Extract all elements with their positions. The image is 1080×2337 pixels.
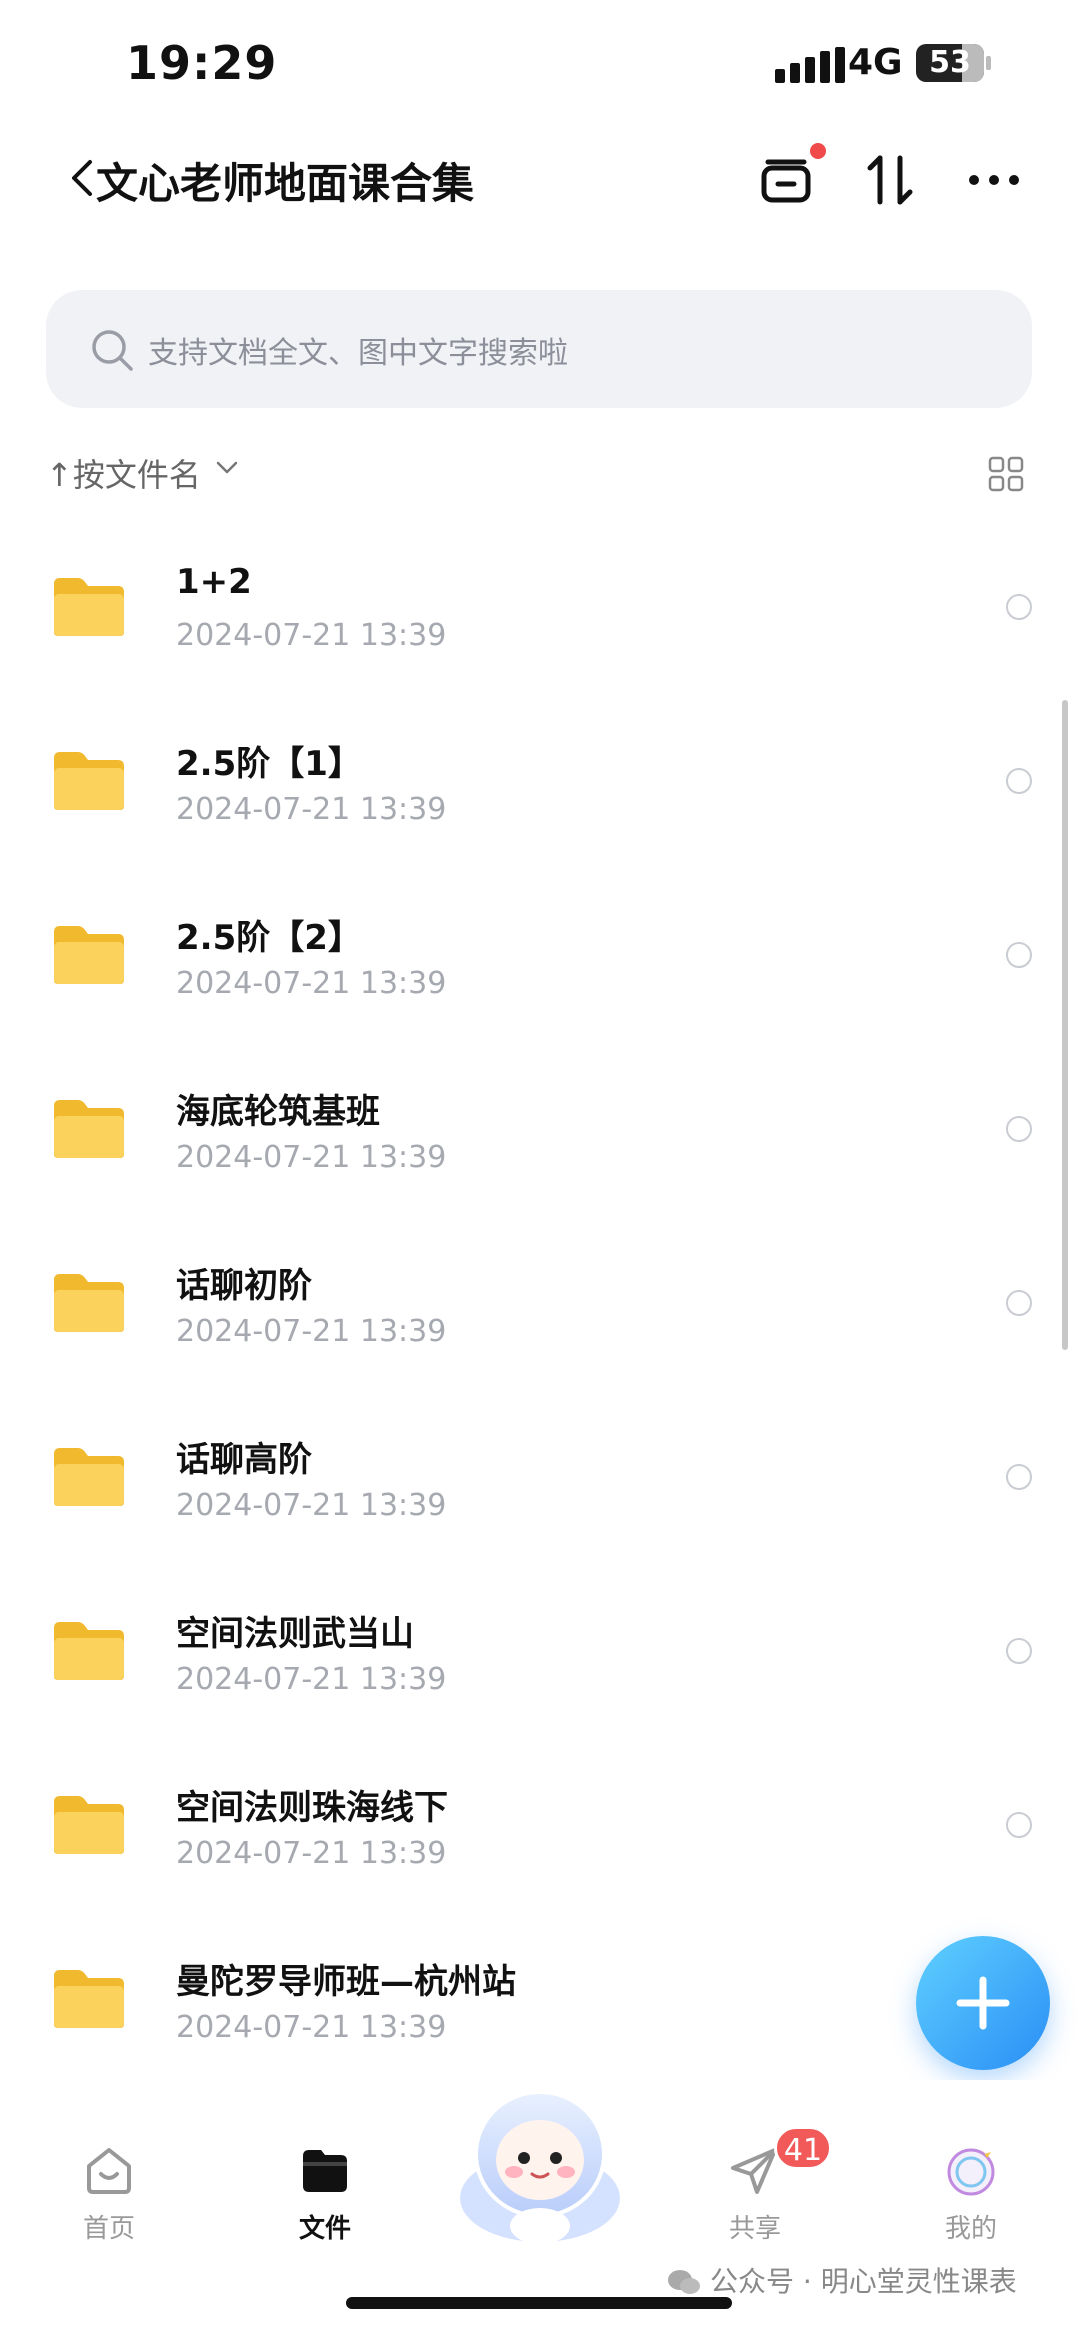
select-radio[interactable] — [1006, 1812, 1032, 1838]
file-date: 2024-07-21 13:39 — [176, 1836, 447, 1871]
battery-icon: 53 — [916, 44, 984, 82]
file-name: 话聊初阶 — [176, 1266, 312, 1306]
header: 文心老师地面课合集 — [0, 130, 1080, 240]
plus-icon — [956, 1976, 1010, 2030]
folder-icon — [54, 1796, 124, 1854]
file-list-item[interactable]: 空间法则珠海线下 2024-07-21 13:39 — [0, 1738, 1080, 1912]
scrollbar[interactable] — [1062, 700, 1068, 1350]
file-list-item[interactable]: 空间法则武当山 2024-07-21 13:39 — [0, 1564, 1080, 1738]
file-list-item[interactable]: 2.5阶【1】 2024-07-21 13:39 — [0, 694, 1080, 868]
select-radio[interactable] — [1006, 942, 1032, 968]
folder-tab-icon — [303, 2150, 347, 2192]
more-icon[interactable] — [962, 148, 1026, 212]
status-time: 19:29 — [126, 36, 278, 90]
tab-home[interactable]: 首页 — [34, 2140, 184, 2245]
folder-icon — [54, 1100, 124, 1158]
home-icon — [87, 2148, 131, 2194]
file-name: 海底轮筑基班 — [176, 1092, 380, 1132]
tab-files-label: 文件 — [298, 2214, 351, 2244]
share-count-badge: 41 — [774, 2126, 832, 2170]
sort-row: ↑按文件名 — [46, 448, 1036, 498]
select-radio[interactable] — [1006, 1638, 1032, 1664]
notification-dot — [810, 143, 826, 159]
file-list-item[interactable]: 话聊初阶 2024-07-21 13:39 — [0, 1216, 1080, 1390]
watermark-text: 公众号 · 明心堂灵性课表 — [710, 2265, 1017, 2298]
file-list-item[interactable]: 2.5阶【2】 2024-07-21 13:39 — [0, 868, 1080, 1042]
file-date: 2024-07-21 13:39 — [176, 1662, 447, 1697]
tab-share-label: 共享 — [728, 2214, 781, 2244]
file-name: 空间法则武当山 — [176, 1614, 414, 1654]
folder-icon — [54, 1970, 124, 2028]
folder-icon — [54, 1448, 124, 1506]
status-bar: 19:29 4G 53 — [0, 0, 1080, 130]
assistant-mascot-icon[interactable] — [446, 2070, 634, 2258]
file-list-item[interactable]: 话聊高阶 2024-07-21 13:39 — [0, 1390, 1080, 1564]
file-date: 2024-07-21 13:39 — [176, 1140, 447, 1175]
tab-files[interactable]: 文件 — [250, 2140, 400, 2245]
back-chevron-icon[interactable] — [66, 148, 96, 208]
select-radio[interactable] — [1006, 1290, 1032, 1316]
wechat-icon — [668, 2270, 700, 2294]
tab-home-label: 首页 — [82, 2214, 135, 2244]
chevron-down-icon[interactable] — [214, 454, 240, 480]
select-radio[interactable] — [1006, 768, 1032, 794]
search-placeholder: 支持文档全文、图中文字搜索啦 — [148, 336, 568, 371]
page-title: 文心老师地面课合集 — [96, 159, 475, 208]
tab-mine[interactable]: 我的 — [896, 2140, 1046, 2245]
signal-icon — [775, 47, 845, 83]
network-type: 4G — [848, 42, 903, 83]
folder-icon — [54, 1622, 124, 1680]
file-date: 2024-07-21 13:39 — [176, 618, 447, 653]
file-date: 2024-07-21 13:39 — [176, 1488, 447, 1523]
select-radio[interactable] — [1006, 1116, 1032, 1142]
file-date: 2024-07-21 13:39 — [176, 1314, 447, 1349]
sort-arrows-icon[interactable] — [858, 148, 922, 212]
grid-view-icon[interactable] — [986, 454, 1026, 494]
folder-icon — [54, 1274, 124, 1332]
file-name: 话聊高阶 — [176, 1440, 312, 1480]
file-name: 曼陀罗导师班—杭州站 — [176, 1962, 516, 2002]
folder-icon — [54, 752, 124, 810]
watermark: 公众号 · 明心堂灵性课表 — [666, 2260, 1017, 2300]
add-button[interactable] — [916, 1936, 1050, 2070]
home-indicator[interactable] — [346, 2297, 732, 2309]
transfer-box-icon[interactable] — [754, 148, 818, 212]
folder-icon — [54, 926, 124, 984]
file-name: 2.5阶【1】 — [176, 744, 362, 784]
file-date: 2024-07-21 13:39 — [176, 966, 447, 1001]
file-list-item[interactable]: 海底轮筑基班 2024-07-21 13:39 — [0, 1042, 1080, 1216]
file-name: 1+2 — [176, 562, 252, 602]
file-date: 2024-07-21 13:39 — [176, 792, 447, 827]
tab-mine-label: 我的 — [944, 2214, 997, 2244]
sort-by-name-button[interactable]: ↑按文件名 — [46, 450, 201, 496]
search-icon — [92, 330, 133, 371]
battery-level: 53 — [929, 45, 971, 80]
select-radio[interactable] — [1006, 1464, 1032, 1490]
folder-icon — [54, 578, 124, 636]
file-name: 空间法则珠海线下 — [176, 1788, 448, 1828]
file-date: 2024-07-21 13:39 — [176, 2010, 447, 2045]
search-bar[interactable]: 支持文档全文、图中文字搜索啦 — [46, 290, 1032, 408]
file-name: 2.5阶【2】 — [176, 918, 362, 958]
select-radio[interactable] — [1006, 594, 1032, 620]
avatar-icon — [947, 2148, 995, 2196]
battery-cap — [986, 56, 991, 70]
file-list-item[interactable]: 1+2 2024-07-21 13:39 — [0, 520, 1080, 694]
